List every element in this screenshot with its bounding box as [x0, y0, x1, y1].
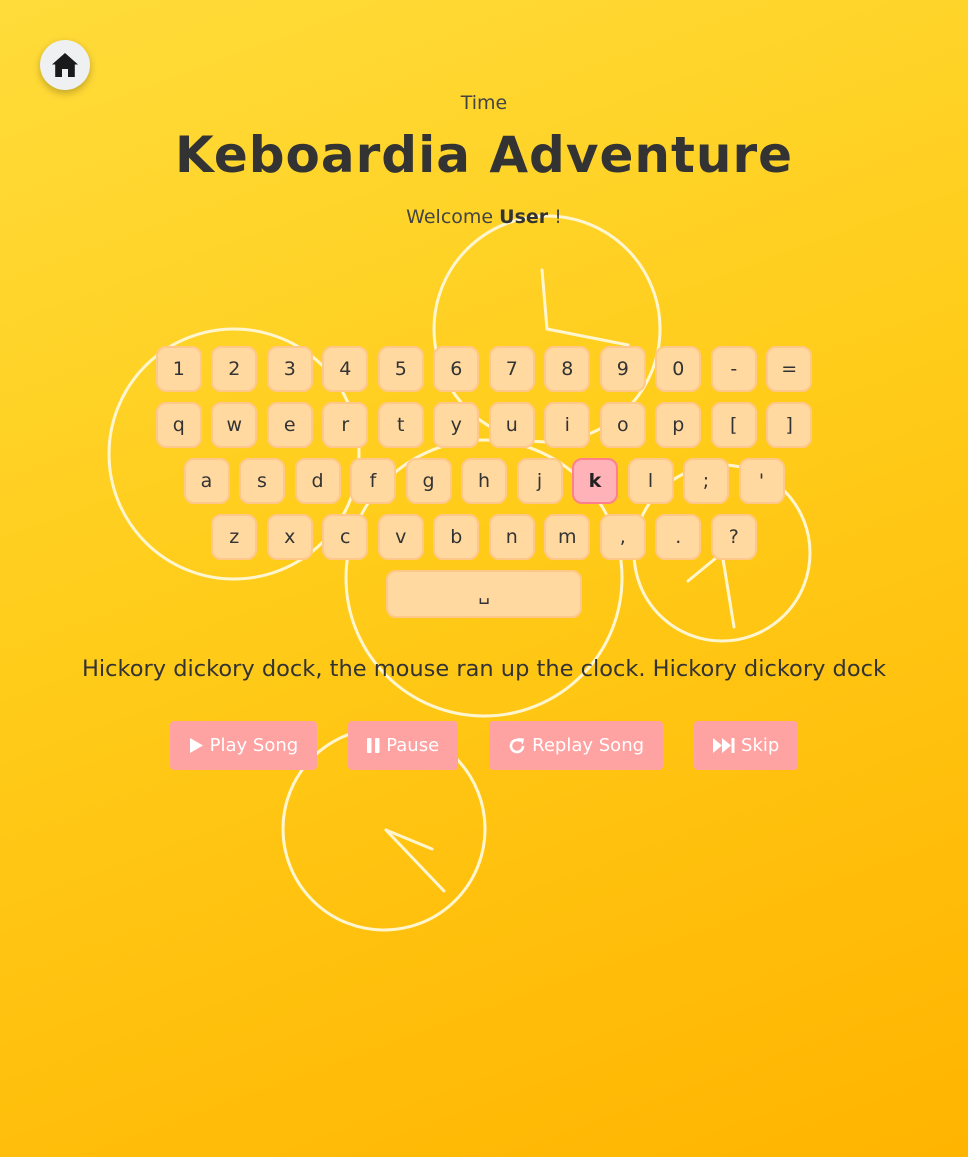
replay-song-label: Replay Song	[532, 735, 645, 756]
key[interactable]: ;	[683, 458, 729, 504]
key[interactable]: 0	[655, 346, 702, 392]
key[interactable]: b	[433, 514, 480, 560]
skip-label: Skip	[741, 735, 780, 756]
key[interactable]: h	[461, 458, 507, 504]
key[interactable]: 9	[599, 346, 646, 392]
play-song-label: Play Song	[209, 735, 299, 756]
key-space[interactable]: ␣	[386, 570, 582, 618]
username: User	[499, 206, 549, 228]
key[interactable]: p	[655, 402, 702, 448]
key[interactable]: j	[516, 458, 563, 504]
key[interactable]: 4	[322, 346, 369, 392]
page-title: Keboardia Adventure	[174, 126, 794, 184]
key[interactable]: 7	[488, 346, 535, 392]
keyboard-row: a s d f g h j k l; '	[0, 458, 968, 506]
key[interactable]: y	[433, 402, 480, 448]
home-button[interactable]	[40, 40, 90, 90]
key[interactable]: u	[488, 402, 535, 448]
home-icon	[52, 53, 78, 77]
key[interactable]: .	[655, 514, 702, 560]
welcome-message: Welcome User !	[0, 204, 968, 230]
key[interactable]: ]	[766, 402, 813, 448]
key[interactable]: o	[599, 402, 646, 448]
song-controls: Play Song Pause Replay Song Skip	[0, 721, 968, 770]
key[interactable]: r	[322, 402, 369, 448]
key[interactable]: a	[183, 458, 230, 504]
song-lyric: Hickory dickory dock, the mouse ran up t…	[82, 656, 886, 682]
key[interactable]: [	[710, 402, 757, 448]
welcome-prefix: Welcome	[406, 206, 494, 228]
key[interactable]: =	[766, 346, 813, 392]
key[interactable]: ,	[599, 514, 646, 560]
welcome-suffix: !	[554, 206, 562, 228]
key[interactable]: i	[544, 402, 591, 448]
time-label: Time	[460, 92, 508, 114]
key[interactable]: e	[266, 402, 313, 448]
key[interactable]: k	[572, 458, 618, 504]
key[interactable]: x	[266, 514, 313, 560]
keyboard-row: z x c v b n m,.?	[0, 514, 968, 562]
key[interactable]: l	[627, 458, 674, 504]
keyboard-row: ␣	[0, 570, 968, 618]
key[interactable]: d	[294, 458, 341, 504]
skip-button[interactable]: Skip	[694, 721, 799, 770]
keyboard-row: 1 2 3 4 5 6 7 8 9 0- =	[0, 346, 968, 394]
key[interactable]: m	[544, 514, 591, 560]
skip-icon	[713, 738, 735, 753]
key[interactable]: z	[211, 514, 258, 560]
page-header: Time Keboardia Adventure Welcome User !	[0, 88, 968, 230]
key[interactable]: f	[350, 458, 396, 504]
pause-label: Pause	[386, 735, 440, 756]
key[interactable]: 8	[544, 346, 591, 392]
key[interactable]: g	[405, 458, 452, 504]
key[interactable]: v	[377, 514, 424, 560]
key[interactable]: w	[211, 402, 258, 448]
key[interactable]: '	[738, 458, 785, 504]
key[interactable]: s	[239, 458, 285, 504]
key[interactable]: 5	[377, 346, 424, 392]
key[interactable]: n	[488, 514, 535, 560]
pause-icon	[367, 738, 380, 753]
key[interactable]: c	[322, 514, 369, 560]
key[interactable]: 1	[155, 346, 202, 392]
replay-song-button[interactable]: Replay Song	[489, 721, 664, 770]
pause-button[interactable]: Pause	[348, 721, 459, 770]
key[interactable]: 2	[211, 346, 258, 392]
key[interactable]: 3	[266, 346, 313, 392]
key[interactable]: -	[710, 346, 757, 392]
key[interactable]: t	[377, 402, 424, 448]
key[interactable]: ?	[710, 514, 757, 560]
play-icon	[189, 738, 203, 753]
key[interactable]: q	[155, 402, 202, 448]
on-screen-keyboard: 1 2 3 4 5 6 7 8 9 0- = q w e r t y u i o p[] a s d f g h j k l; ' zx…	[0, 346, 968, 626]
replay-icon	[509, 737, 525, 753]
keyboard-row: q w e r t y u i o p[]	[0, 402, 968, 450]
key[interactable]: 6	[433, 346, 480, 392]
play-song-button[interactable]: Play Song	[169, 721, 318, 770]
